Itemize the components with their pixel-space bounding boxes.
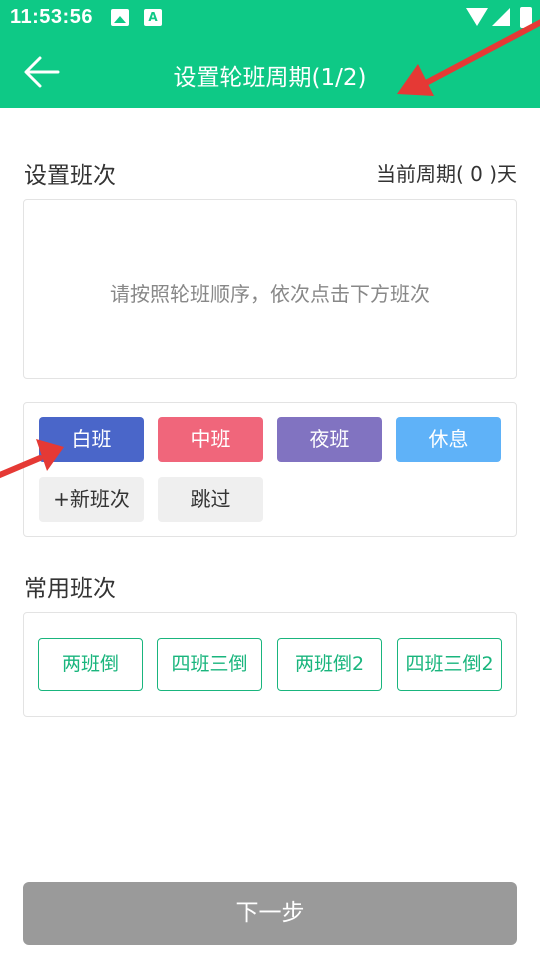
shift-section-title: 设置班次: [24, 163, 116, 189]
shift-sequence-area: 请按照轮班顺序，依次点击下方班次: [23, 199, 517, 379]
skip-button[interactable]: 跳过: [158, 477, 263, 522]
common-section-title: 常用班次: [24, 576, 116, 602]
shift-button-day[interactable]: 白班: [39, 417, 144, 462]
shift-button-rest[interactable]: 休息: [396, 417, 501, 462]
image-icon: [111, 9, 129, 26]
wifi-icon: [466, 8, 488, 26]
pattern-button-two-shift-2[interactable]: 两班倒2: [277, 638, 382, 691]
pattern-button-four-three[interactable]: 四班三倒: [157, 638, 262, 691]
common-patterns-panel: 两班倒 四班三倒 两班倒2 四班三倒2: [23, 612, 517, 717]
pattern-button-two-shift[interactable]: 两班倒: [38, 638, 143, 691]
battery-icon: [520, 7, 532, 28]
status-bar: 11:53:56 A: [0, 0, 540, 36]
cycle-days-label: 当前周期( 0 )天: [375, 162, 517, 186]
shift-options-panel: 白班 中班 夜班 休息 +新班次 跳过: [23, 402, 517, 537]
pattern-button-four-three-2[interactable]: 四班三倒2: [397, 638, 502, 691]
shift-button-night[interactable]: 夜班: [277, 417, 382, 462]
sequence-hint-text: 请按照轮班顺序，依次点击下方班次: [110, 282, 430, 306]
signal-icon: [492, 8, 510, 26]
page-title: 设置轮班周期(1/2): [173, 65, 367, 91]
shift-button-middle[interactable]: 中班: [158, 417, 263, 462]
a-badge-icon: A: [144, 9, 162, 26]
next-step-button[interactable]: 下一步: [23, 882, 517, 945]
app-bar: 设置轮班周期(1/2): [0, 36, 540, 108]
status-time: 11:53:56: [10, 6, 93, 28]
new-shift-button[interactable]: +新班次: [39, 477, 144, 522]
